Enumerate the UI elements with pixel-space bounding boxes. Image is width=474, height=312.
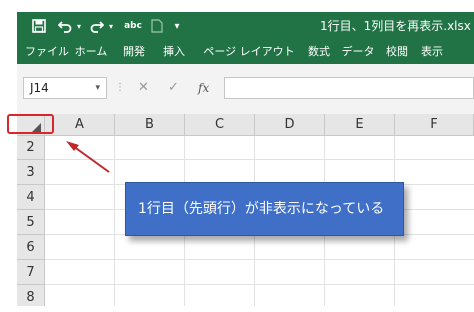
callout-box: 1行目（先頭行）が非表示になっている	[125, 182, 404, 236]
arrow-icon	[66, 141, 110, 173]
